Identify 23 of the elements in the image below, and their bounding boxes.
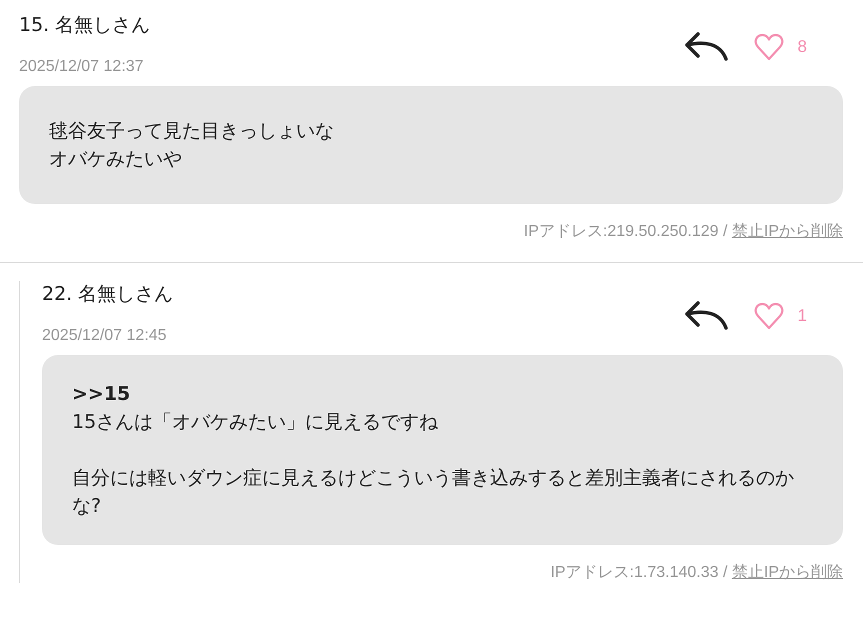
- reply-anchor[interactable]: >>15: [72, 380, 813, 408]
- post-text: 自分には軽いダウン症に見えるけどこういう書き込みすると差別主義者にされるのかな?: [72, 466, 795, 519]
- post-number: 15.: [19, 13, 50, 38]
- like-count: 1: [798, 306, 807, 326]
- heart-icon: [754, 33, 784, 61]
- post-text: 15さんは「オバケみたい」に見えるですね: [72, 410, 440, 435]
- post-number: 22.: [42, 282, 72, 307]
- author-name: 名無しさん: [78, 282, 174, 307]
- ban-ip-link[interactable]: 禁止IPから削除: [732, 564, 843, 581]
- author-name: 名無しさん: [55, 13, 150, 38]
- post-text: 毬谷友子って見た目きっしょいな: [49, 119, 335, 144]
- ip-address: IPアドレス:1.73.140.33 /: [550, 564, 728, 581]
- like-button[interactable]: 1: [754, 302, 807, 330]
- ban-ip-link[interactable]: 禁止IPから削除: [732, 223, 843, 240]
- post-text: オバケみたいや: [49, 147, 183, 172]
- heart-icon: [754, 302, 784, 330]
- like-button[interactable]: 8: [754, 33, 807, 61]
- post-date: 2025/12/07 12:37: [19, 58, 145, 76]
- post-date: 2025/12/07 12:45: [42, 327, 168, 345]
- ip-address: IPアドレス:219.50.250.129 /: [524, 223, 728, 240]
- like-count: 8: [798, 37, 807, 57]
- reply-icon[interactable]: [684, 31, 730, 63]
- reply-icon[interactable]: [684, 300, 730, 332]
